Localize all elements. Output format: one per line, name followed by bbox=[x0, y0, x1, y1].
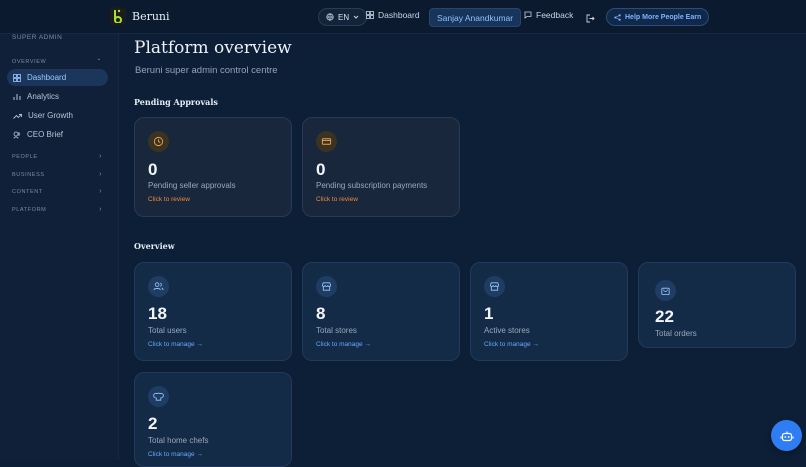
card-value: 0 bbox=[316, 160, 326, 179]
chevron-down-icon bbox=[353, 15, 359, 19]
share-icon bbox=[614, 13, 621, 21]
card-label: Total stores bbox=[316, 326, 357, 335]
message-icon bbox=[524, 11, 532, 19]
chevron-right-icon: › bbox=[99, 188, 102, 195]
card-value: 0 bbox=[148, 160, 158, 179]
language-selector[interactable]: EN bbox=[318, 8, 368, 26]
pending-subscription-card[interactable]: 0 Pending subscription payments Click to… bbox=[302, 117, 460, 217]
sidebar-item-user-growth[interactable]: User Growth bbox=[7, 107, 108, 124]
sidebar-section-overview[interactable]: OVERVIEW ⌃ bbox=[12, 58, 102, 66]
sidebar-section-people[interactable]: PEOPLE › bbox=[12, 153, 102, 160]
sidebar-item-label: Analytics bbox=[27, 92, 60, 101]
chevron-right-icon: › bbox=[99, 206, 102, 213]
sidebar-item-analytics[interactable]: Analytics bbox=[7, 88, 108, 105]
nav-dashboard-label: Dashboard bbox=[378, 10, 420, 20]
sidebar-role: SUPER ADMIN bbox=[12, 34, 63, 41]
sidebar-item-ceo-brief[interactable]: CEO Brief bbox=[7, 126, 108, 143]
dashboard-icon bbox=[13, 73, 21, 82]
logout-icon bbox=[586, 14, 595, 23]
bar-chart-icon bbox=[13, 93, 21, 100]
overview-section-title: Overview bbox=[134, 241, 175, 251]
feedback-label: Feedback bbox=[536, 10, 574, 20]
page-title: Platform overview bbox=[134, 38, 292, 58]
card-value: 2 bbox=[148, 414, 158, 433]
total-stores-card[interactable]: 8 Total stores Click to manage → bbox=[302, 262, 460, 361]
sidebar-section-content[interactable]: CONTENT › bbox=[12, 188, 102, 195]
brand-name: Beruni bbox=[132, 9, 170, 23]
card-icon bbox=[316, 131, 337, 152]
help-label: Help More People Earn bbox=[625, 13, 702, 21]
section-label: PLATFORM bbox=[12, 206, 47, 213]
section-label: PEOPLE bbox=[12, 153, 38, 160]
chevron-up-icon: ⌃ bbox=[96, 59, 102, 65]
robot-icon bbox=[779, 431, 794, 441]
total-home-chefs-card[interactable]: 2 Total home chefs Click to manage → bbox=[134, 372, 292, 467]
help-earn-button[interactable]: Help More People Earn bbox=[606, 8, 710, 26]
manage-link[interactable]: Click to manage → bbox=[316, 341, 371, 348]
manage-link[interactable]: Click to manage → bbox=[148, 341, 203, 348]
card-label: Total orders bbox=[655, 329, 697, 338]
chevron-right-icon: › bbox=[99, 153, 102, 160]
review-link[interactable]: Click to review bbox=[148, 196, 190, 203]
dashboard-icon bbox=[366, 11, 374, 19]
page-subtitle: Beruni super admin control centre bbox=[135, 65, 278, 76]
sidebar-item-dashboard[interactable]: Dashboard bbox=[7, 69, 108, 86]
sidebar: SUPER ADMIN OVERVIEW ⌃ Dashboard Analyti… bbox=[0, 34, 119, 460]
section-label: CONTENT bbox=[12, 188, 43, 195]
pending-section-title: Pending Approvals bbox=[134, 97, 218, 107]
users-icon bbox=[148, 276, 169, 297]
globe-icon bbox=[326, 13, 334, 21]
sidebar-item-label: Dashboard bbox=[27, 73, 67, 82]
store-icon bbox=[484, 276, 505, 297]
sidebar-section-business[interactable]: BUSINESS › bbox=[12, 171, 102, 178]
card-label: Pending subscription payments bbox=[316, 181, 428, 190]
manage-link[interactable]: Click to manage → bbox=[148, 451, 203, 458]
review-link[interactable]: Click to review bbox=[316, 196, 358, 203]
card-value: 22 bbox=[655, 307, 674, 326]
store-icon bbox=[316, 276, 337, 297]
assistant-button[interactable] bbox=[771, 420, 802, 451]
chevron-right-icon: › bbox=[99, 171, 102, 178]
section-label: BUSINESS bbox=[12, 171, 45, 178]
language-label: EN bbox=[338, 12, 350, 22]
sidebar-section-platform[interactable]: PLATFORM › bbox=[12, 206, 102, 213]
beruni-logo bbox=[110, 7, 126, 25]
nav-dashboard-link[interactable]: Dashboard bbox=[366, 10, 420, 20]
clock-icon bbox=[148, 131, 169, 152]
active-stores-card[interactable]: 1 Active stores Click to manage → bbox=[470, 262, 628, 361]
sidebar-item-label: CEO Brief bbox=[27, 130, 64, 139]
ceo-icon bbox=[13, 131, 20, 139]
pending-seller-card[interactable]: 0 Pending seller approvals Click to revi… bbox=[134, 117, 292, 217]
card-label: Pending seller approvals bbox=[148, 181, 236, 190]
card-label: Total home chefs bbox=[148, 436, 209, 445]
card-value: 8 bbox=[316, 304, 326, 323]
user-menu-button[interactable]: Sanjay Anandkumar bbox=[429, 8, 522, 27]
sidebar-item-label: User Growth bbox=[28, 111, 73, 120]
card-label: Total users bbox=[148, 326, 187, 335]
total-orders-card[interactable]: 22 Total orders bbox=[638, 262, 796, 348]
user-name: Sanjay Anandkumar bbox=[437, 12, 514, 23]
card-label: Active stores bbox=[484, 326, 530, 335]
total-users-card[interactable]: 18 Total users Click to manage → bbox=[134, 262, 292, 361]
trend-icon bbox=[13, 113, 22, 119]
feedback-button[interactable]: Feedback bbox=[524, 10, 573, 20]
manage-link[interactable]: Click to manage → bbox=[484, 341, 539, 348]
bag-icon bbox=[655, 280, 676, 301]
brand[interactable]: Beruni bbox=[110, 7, 170, 25]
section-label: OVERVIEW bbox=[12, 58, 47, 65]
chef-icon bbox=[148, 386, 169, 407]
card-value: 18 bbox=[148, 304, 167, 323]
card-value: 1 bbox=[484, 304, 494, 323]
logout-button[interactable] bbox=[586, 10, 595, 28]
top-bar: Beruni EN Dashboard Sanjay Anandkumar Fe… bbox=[0, 0, 806, 34]
